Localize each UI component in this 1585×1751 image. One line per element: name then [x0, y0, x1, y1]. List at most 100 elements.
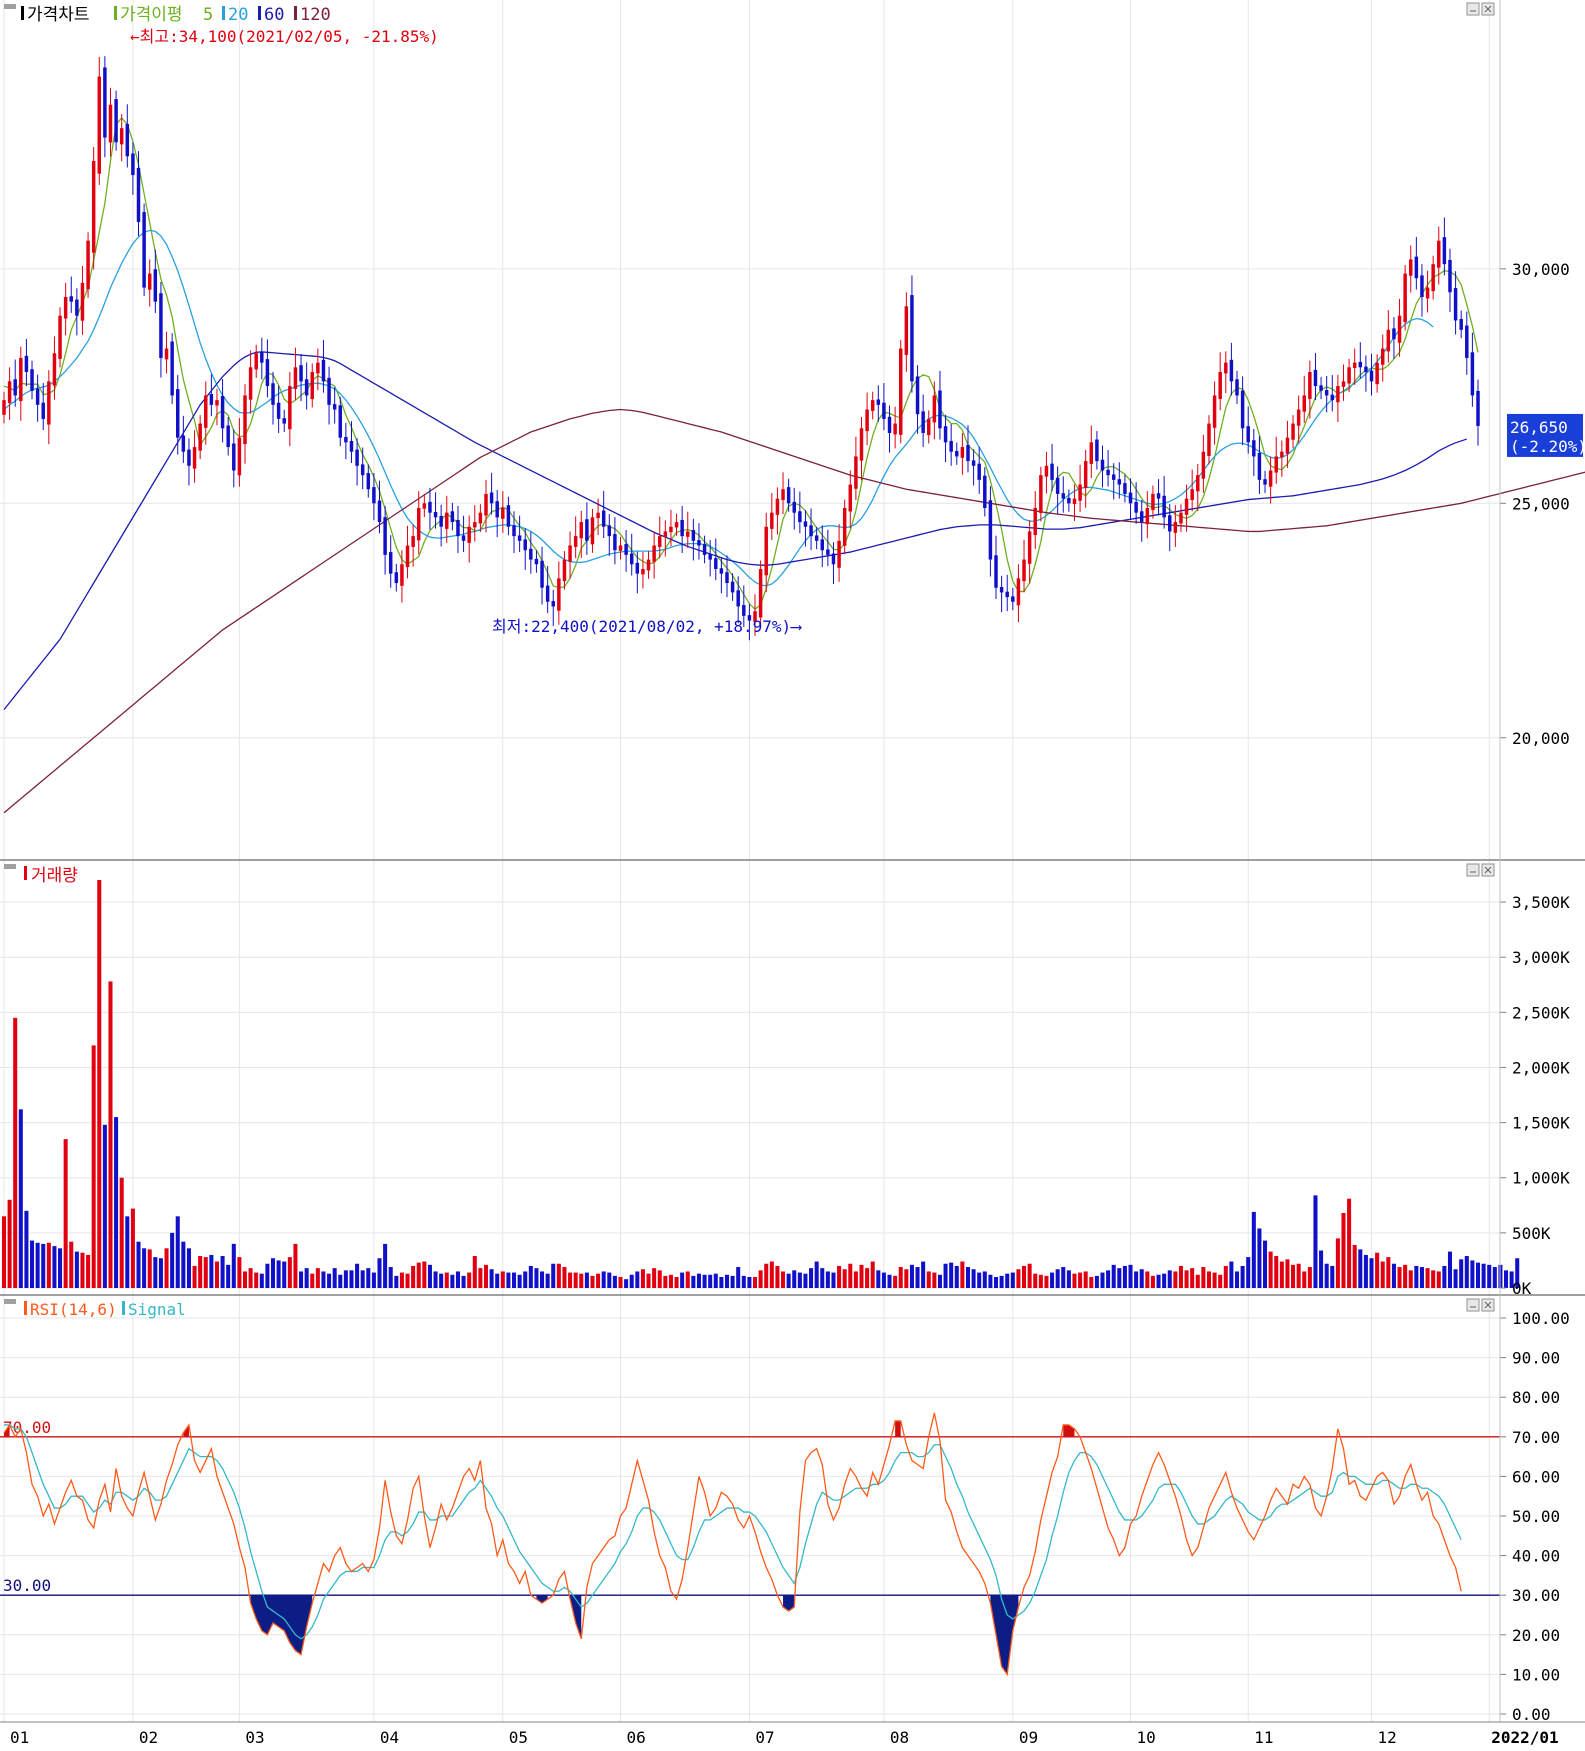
volume-bar	[35, 1242, 40, 1288]
volume-bar	[58, 1248, 63, 1288]
volume-bar	[91, 1045, 96, 1288]
volume-bar	[136, 1241, 141, 1288]
volume-bar	[315, 1268, 320, 1288]
candle-body	[209, 394, 214, 405]
candle-body	[1011, 596, 1015, 602]
candle-body	[288, 386, 292, 430]
candle-body	[562, 559, 567, 582]
pane-handle-icon[interactable]	[4, 864, 16, 869]
volume-bar	[730, 1275, 735, 1288]
candle-body	[898, 348, 903, 435]
candle-body	[1095, 439, 1099, 462]
candle-body	[641, 568, 645, 575]
volume-bar	[472, 1256, 477, 1288]
volume-bar	[601, 1271, 606, 1288]
x-tick-label: 08	[890, 1728, 909, 1747]
candle-body	[1218, 372, 1222, 399]
volume-bar	[769, 1261, 774, 1288]
volume-bar	[1066, 1270, 1071, 1288]
candle-body	[119, 128, 124, 145]
candle-body	[1156, 493, 1161, 499]
volume-bar	[248, 1268, 253, 1288]
volume-bar	[982, 1271, 987, 1288]
volume-bar	[848, 1263, 853, 1288]
volume-bar	[1055, 1269, 1060, 1288]
candle-body	[523, 539, 527, 551]
volume-bar	[545, 1273, 550, 1288]
candle-body	[999, 587, 1004, 593]
candle-body	[332, 404, 337, 410]
pane-close-icon[interactable]	[1481, 1298, 1495, 1312]
candle-body	[1319, 385, 1323, 391]
volume-bar	[853, 1271, 858, 1288]
pane-minimize-icon[interactable]	[1466, 863, 1480, 877]
volume-bar	[1195, 1274, 1200, 1288]
volume-bar	[226, 1264, 231, 1288]
candle-body	[181, 435, 186, 452]
ma-legend-20: 20	[228, 5, 248, 25]
volume-tick-label: 500K	[1512, 1224, 1551, 1243]
candle-body	[1409, 259, 1413, 276]
current-price-value: 26,650	[1510, 418, 1568, 437]
volume-bar	[214, 1261, 219, 1288]
volume-bar	[640, 1269, 645, 1288]
volume-bar	[237, 1257, 242, 1288]
candle-body	[360, 464, 365, 476]
legend-swatch-rsi	[24, 1301, 27, 1315]
current-price-badge: 26,650 (-2.20%)	[1507, 413, 1585, 457]
candle-body	[1274, 456, 1278, 473]
candle-body	[1224, 362, 1228, 374]
volume-bar	[932, 1272, 937, 1288]
price-pane	[0, 0, 1500, 860]
candle-body	[1005, 591, 1009, 598]
volume-bar	[713, 1273, 718, 1288]
candle-body	[1022, 559, 1026, 582]
volume-bar	[114, 1117, 119, 1288]
candle-body	[1257, 452, 1262, 480]
volume-bar	[24, 1210, 29, 1288]
pane-minimize-icon[interactable]	[1466, 2, 1480, 16]
volume-bar	[831, 1272, 836, 1288]
candle-body	[366, 473, 371, 490]
volume-bar	[130, 1208, 135, 1288]
pane-close-icon[interactable]	[1481, 863, 1495, 877]
candle-body	[271, 383, 275, 405]
volume-bar	[624, 1279, 629, 1288]
volume-bar	[540, 1271, 545, 1288]
volume-bar	[439, 1273, 444, 1288]
volume-bar	[887, 1274, 892, 1288]
candle-body	[1465, 325, 1469, 358]
volume-bar	[293, 1243, 298, 1288]
candle-body	[786, 487, 791, 504]
candle-body	[428, 501, 432, 513]
volume-bar	[1206, 1271, 1211, 1288]
x-tick-label: 04	[380, 1728, 399, 1747]
pane-handle-icon[interactable]	[4, 4, 16, 9]
volume-bar	[170, 1232, 175, 1288]
volume-bar	[1425, 1268, 1430, 1288]
volume-bar	[691, 1275, 696, 1288]
volume-bar	[355, 1263, 360, 1288]
pane-minimize-icon[interactable]	[1466, 1298, 1480, 1312]
candle-body	[484, 493, 488, 516]
legend-swatch-ma120	[294, 6, 297, 20]
volume-bar	[1223, 1265, 1228, 1288]
volume-bar	[405, 1273, 410, 1288]
volume-bar	[781, 1271, 786, 1288]
volume-bar	[203, 1257, 208, 1288]
volume-bar	[562, 1267, 567, 1288]
pane-close-icon[interactable]	[1481, 2, 1495, 16]
candle-body	[1291, 423, 1295, 440]
candle-body	[1123, 483, 1127, 494]
volume-bar	[259, 1273, 264, 1288]
pane-handle-icon[interactable]	[4, 1299, 16, 1304]
candle-body	[910, 295, 914, 382]
volume-bar	[108, 981, 113, 1288]
candle-body	[1235, 379, 1239, 396]
candle-body	[613, 534, 617, 551]
volume-tick-label: 3,500K	[1512, 893, 1570, 912]
volume-bar	[1246, 1257, 1251, 1288]
volume-bar	[1212, 1272, 1217, 1288]
volume-bar	[265, 1263, 270, 1288]
volume-bar	[102, 1124, 107, 1288]
